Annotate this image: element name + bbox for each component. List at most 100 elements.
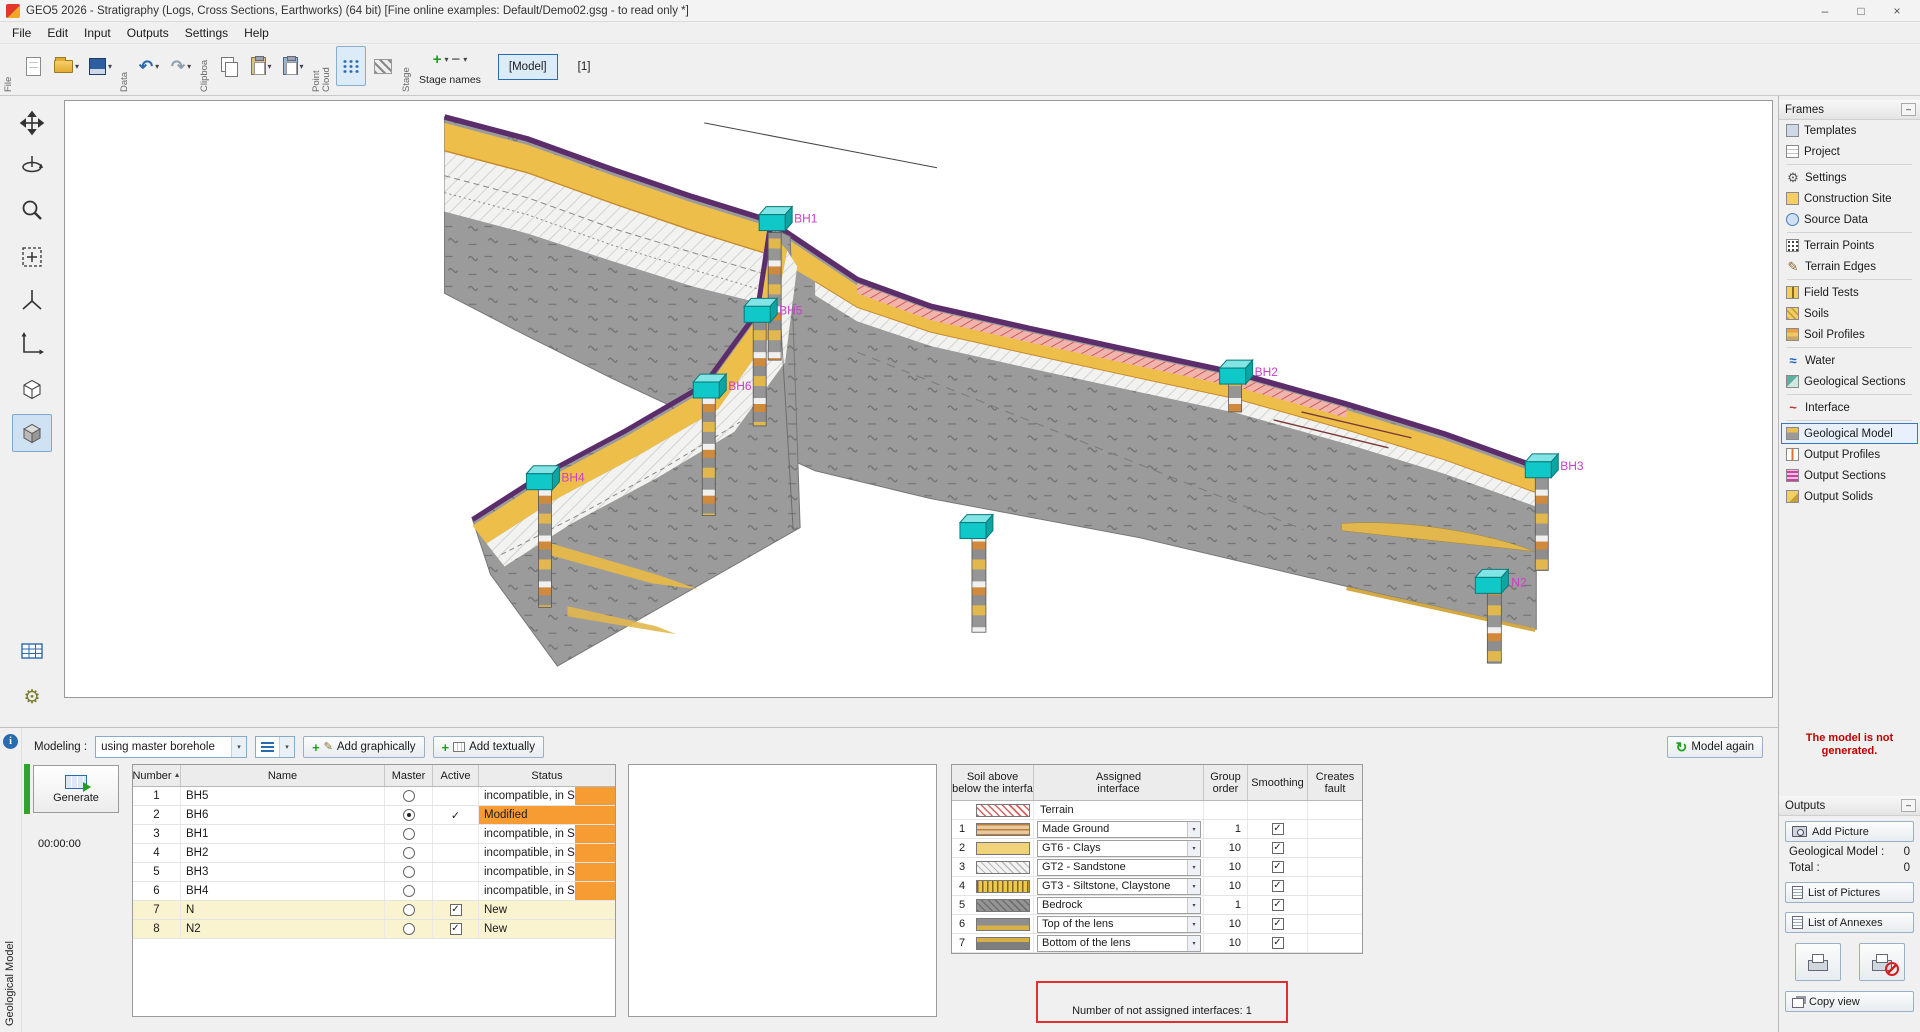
master-radio[interactable] [403, 904, 415, 916]
table-row[interactable]: 3 GT2 - Sandstone▾ 10 [952, 858, 1362, 877]
column-header-name[interactable]: Name [181, 765, 385, 786]
frame-item-soil-profiles[interactable]: Soil Profiles [1781, 324, 1918, 345]
wireframe-view-button[interactable] [12, 370, 52, 408]
frame-item-field-tests[interactable]: Field Tests [1781, 282, 1918, 303]
rotate-tool-button[interactable] [12, 147, 52, 185]
interface-select[interactable]: GT6 - Clays▾ [1037, 840, 1201, 857]
modeling-mode-select[interactable]: using master borehole ▾ [95, 736, 247, 758]
frame-item-terrain-edges[interactable]: ✎Terrain Edges [1781, 256, 1918, 277]
chevron-down-icon[interactable]: ▾ [155, 62, 159, 71]
master-radio[interactable] [403, 847, 415, 859]
paste-button[interactable]: ▾ [246, 46, 276, 86]
interface-select[interactable]: GT3 - Siltstone, Claystone▾ [1037, 878, 1201, 895]
frame-item-output-sections[interactable]: Output Sections [1781, 465, 1918, 486]
stage-names-label[interactable]: Stage names [419, 74, 481, 86]
frame-item-geological-sections[interactable]: Geological Sections [1781, 371, 1918, 392]
axonometry-button[interactable] [12, 281, 52, 319]
chevron-down-icon[interactable]: ▾ [187, 62, 191, 71]
frame-item-source-data[interactable]: Source Data [1781, 209, 1918, 230]
menu-file[interactable]: File [4, 24, 39, 42]
table-row[interactable]: 5 Bedrock▾ 1 [952, 896, 1362, 915]
table-view-button[interactable] [12, 632, 52, 670]
table-row[interactable]: 2 GT6 - Clays▾ 10 [952, 839, 1362, 858]
add-stage-icon[interactable]: + [433, 52, 442, 67]
table-row[interactable]: 3BH1 incompatible, in Section [133, 825, 615, 844]
collapse-icon[interactable]: – [1901, 799, 1916, 812]
master-radio[interactable] [403, 828, 415, 840]
fit-to-window-button[interactable] [12, 238, 52, 276]
table-row[interactable]: 6 Top of the lens▾ 10 [952, 915, 1362, 934]
frame-item-output-profiles[interactable]: Output Profiles [1781, 444, 1918, 465]
table-row[interactable]: 4BH2 incompatible, in Section [133, 844, 615, 863]
menu-edit[interactable]: Edit [39, 24, 76, 42]
solid-view-button[interactable] [12, 414, 52, 452]
active-checkbox[interactable] [450, 904, 462, 916]
terrain-row[interactable]: Terrain [952, 801, 1362, 820]
menu-outputs[interactable]: Outputs [119, 24, 177, 42]
save-file-button[interactable]: ▾ [85, 46, 116, 86]
point-cloud-toggle-button[interactable] [336, 46, 366, 86]
frame-item-soils[interactable]: Soils [1781, 303, 1918, 324]
open-file-button[interactable]: ▾ [50, 46, 83, 86]
print-button[interactable] [1795, 943, 1841, 981]
column-header-master[interactable]: Master [385, 765, 433, 786]
remove-stage-icon[interactable]: − [451, 52, 460, 67]
frame-item-terrain-points[interactable]: Terrain Points [1781, 235, 1918, 256]
view-settings-button[interactable]: ⚙ [12, 678, 52, 716]
column-header-number[interactable]: Number▲ [133, 765, 181, 786]
undo-button[interactable]: ↶▾ [134, 46, 164, 86]
chevron-down-icon[interactable]: ▾ [268, 62, 272, 71]
table-row[interactable]: 1BH5 incompatible, in Section [133, 787, 615, 806]
interface-select[interactable]: Top of the lens▾ [1037, 916, 1201, 933]
list-of-pictures-button[interactable]: List of Pictures [1785, 882, 1914, 903]
print-blocked-button[interactable] [1859, 943, 1905, 981]
add-graphically-button[interactable]: + ✎ Add graphically [303, 736, 424, 758]
master-radio[interactable] [403, 790, 415, 802]
add-picture-button[interactable]: Add Picture [1785, 821, 1914, 842]
chevron-down-icon[interactable]: ▾ [279, 737, 294, 757]
table-row[interactable]: 7 Bottom of the lens▾ 10 [952, 934, 1362, 953]
interface-select[interactable]: GT2 - Sandstone▾ [1037, 859, 1201, 876]
list-view-select[interactable]: ▾ [255, 736, 295, 758]
chevron-down-icon[interactable]: ▾ [444, 55, 448, 64]
interface-select[interactable]: Bottom of the lens▾ [1037, 935, 1201, 952]
table-row[interactable]: 8N2 New [133, 920, 615, 939]
zoom-tool-button[interactable] [12, 191, 52, 229]
table-row[interactable]: 7N New [133, 901, 615, 920]
pan-tool-button[interactable] [12, 104, 52, 142]
frame-item-construction-site[interactable]: Construction Site [1781, 188, 1918, 209]
chevron-down-icon[interactable]: ▾ [300, 62, 304, 71]
frame-item-settings[interactable]: ⚙Settings [1781, 167, 1918, 188]
smoothing-checkbox[interactable] [1272, 937, 1284, 949]
smoothing-checkbox[interactable] [1272, 899, 1284, 911]
generate-button[interactable]: Generate [33, 765, 119, 813]
chevron-down-icon[interactable]: ▾ [75, 62, 79, 71]
minimize-button[interactable]: – [1818, 4, 1832, 18]
model-again-button[interactable]: ↻ Model again [1667, 736, 1763, 758]
table-row[interactable]: 4 GT3 - Siltstone, Claystone▾ 10 [952, 877, 1362, 896]
menu-help[interactable]: Help [236, 24, 277, 42]
add-textually-button[interactable]: + Add textually [433, 736, 544, 758]
menu-settings[interactable]: Settings [177, 24, 236, 42]
interface-select[interactable]: Made Ground▾ [1037, 821, 1201, 838]
maximize-button[interactable]: □ [1854, 4, 1868, 18]
stage-1-tab[interactable]: [1] [572, 54, 597, 80]
new-file-button[interactable] [18, 46, 48, 86]
frame-item-water[interactable]: ≈Water [1781, 350, 1918, 371]
axes-view-button[interactable] [12, 325, 52, 363]
collapse-icon[interactable]: – [1901, 103, 1916, 116]
frame-item-output-solids[interactable]: Output Solids [1781, 486, 1918, 507]
frame-item-project[interactable]: Project [1781, 141, 1918, 162]
chevron-down-icon[interactable]: ▾ [231, 737, 246, 757]
chevron-down-icon[interactable]: ▾ [463, 55, 467, 64]
copy-view-button[interactable]: Copy view [1785, 991, 1914, 1012]
table-row[interactable]: 2BH6 ✓ Modified [133, 806, 615, 825]
model-viewport[interactable]: BH1 BH5 BH6 BH4 BH2 BH3 N2 [64, 100, 1773, 698]
chevron-down-icon[interactable]: ▾ [108, 62, 112, 71]
smoothing-checkbox[interactable] [1272, 842, 1284, 854]
column-header-active[interactable]: Active [433, 765, 479, 786]
frame-item-interface[interactable]: ~Interface [1781, 397, 1918, 418]
copy-button[interactable] [214, 46, 244, 86]
frame-item-geological-model[interactable]: Geological Model [1781, 423, 1918, 444]
model-stage-button[interactable]: [Model] [498, 54, 558, 80]
